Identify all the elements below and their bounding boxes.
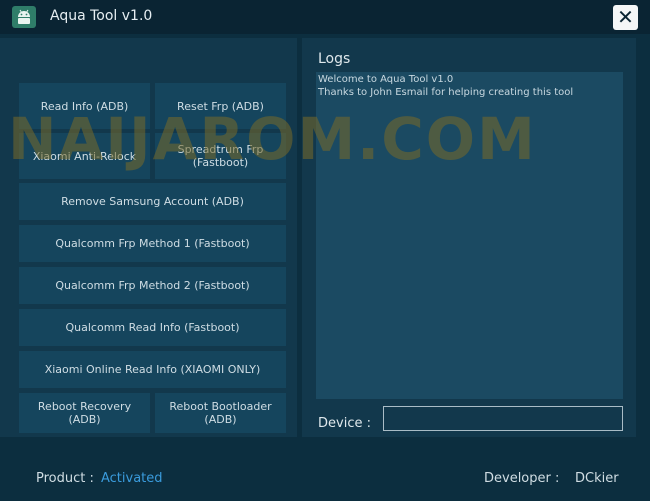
log-line: Welcome to Aqua Tool v1.0 — [318, 74, 454, 85]
logs-textbox[interactable]: Welcome to Aqua Tool v1.0 Thanks to John… — [316, 72, 623, 399]
device-label: Device : — [318, 416, 371, 431]
reset-frp-adb-button[interactable]: Reset Frp (ADB) — [155, 83, 286, 129]
reboot-bootloader-button[interactable]: Reboot Bootloader (ADB) — [155, 393, 286, 433]
product-label: Product : — [36, 471, 94, 486]
developer-name: DCkier — [575, 471, 619, 486]
xiaomi-online-read-info-button[interactable]: Xiaomi Online Read Info (XIAOMI ONLY) — [19, 351, 286, 388]
qualcomm-read-info-button[interactable]: Qualcomm Read Info (Fastboot) — [19, 309, 286, 346]
android-icon — [12, 6, 36, 28]
logs-title: Logs — [318, 51, 351, 67]
title-bar: Aqua Tool v1.0 ✕ — [0, 0, 650, 34]
qualcomm-frp-method-2-button[interactable]: Qualcomm Frp Method 2 (Fastboot) — [19, 267, 286, 304]
xiaomi-anti-relock-button[interactable]: Xiaomi Anti-Relock — [19, 133, 150, 179]
log-line: Thanks to John Esmail for helping creati… — [318, 87, 574, 98]
remove-samsung-account-button[interactable]: Remove Samsung Account (ADB) — [19, 183, 286, 220]
close-button[interactable]: ✕ — [613, 5, 638, 30]
status-footer: Product : Activated Developer : DCkier — [0, 458, 650, 501]
qualcomm-frp-method-1-button[interactable]: Qualcomm Frp Method 1 (Fastboot) — [19, 225, 286, 262]
product-status-badge: Activated — [101, 471, 163, 486]
reboot-recovery-button[interactable]: Reboot Recovery (ADB) — [19, 393, 150, 433]
spreadtrum-frp-button[interactable]: Spreadtrum Frp (Fastboot) — [155, 133, 286, 179]
window-title: Aqua Tool v1.0 — [50, 8, 153, 24]
logs-panel: Logs Welcome to Aqua Tool v1.0 Thanks to… — [302, 38, 636, 437]
developer-label: Developer : — [484, 471, 560, 486]
read-info-adb-button[interactable]: Read Info (ADB) — [19, 83, 150, 129]
device-field[interactable] — [383, 406, 623, 431]
